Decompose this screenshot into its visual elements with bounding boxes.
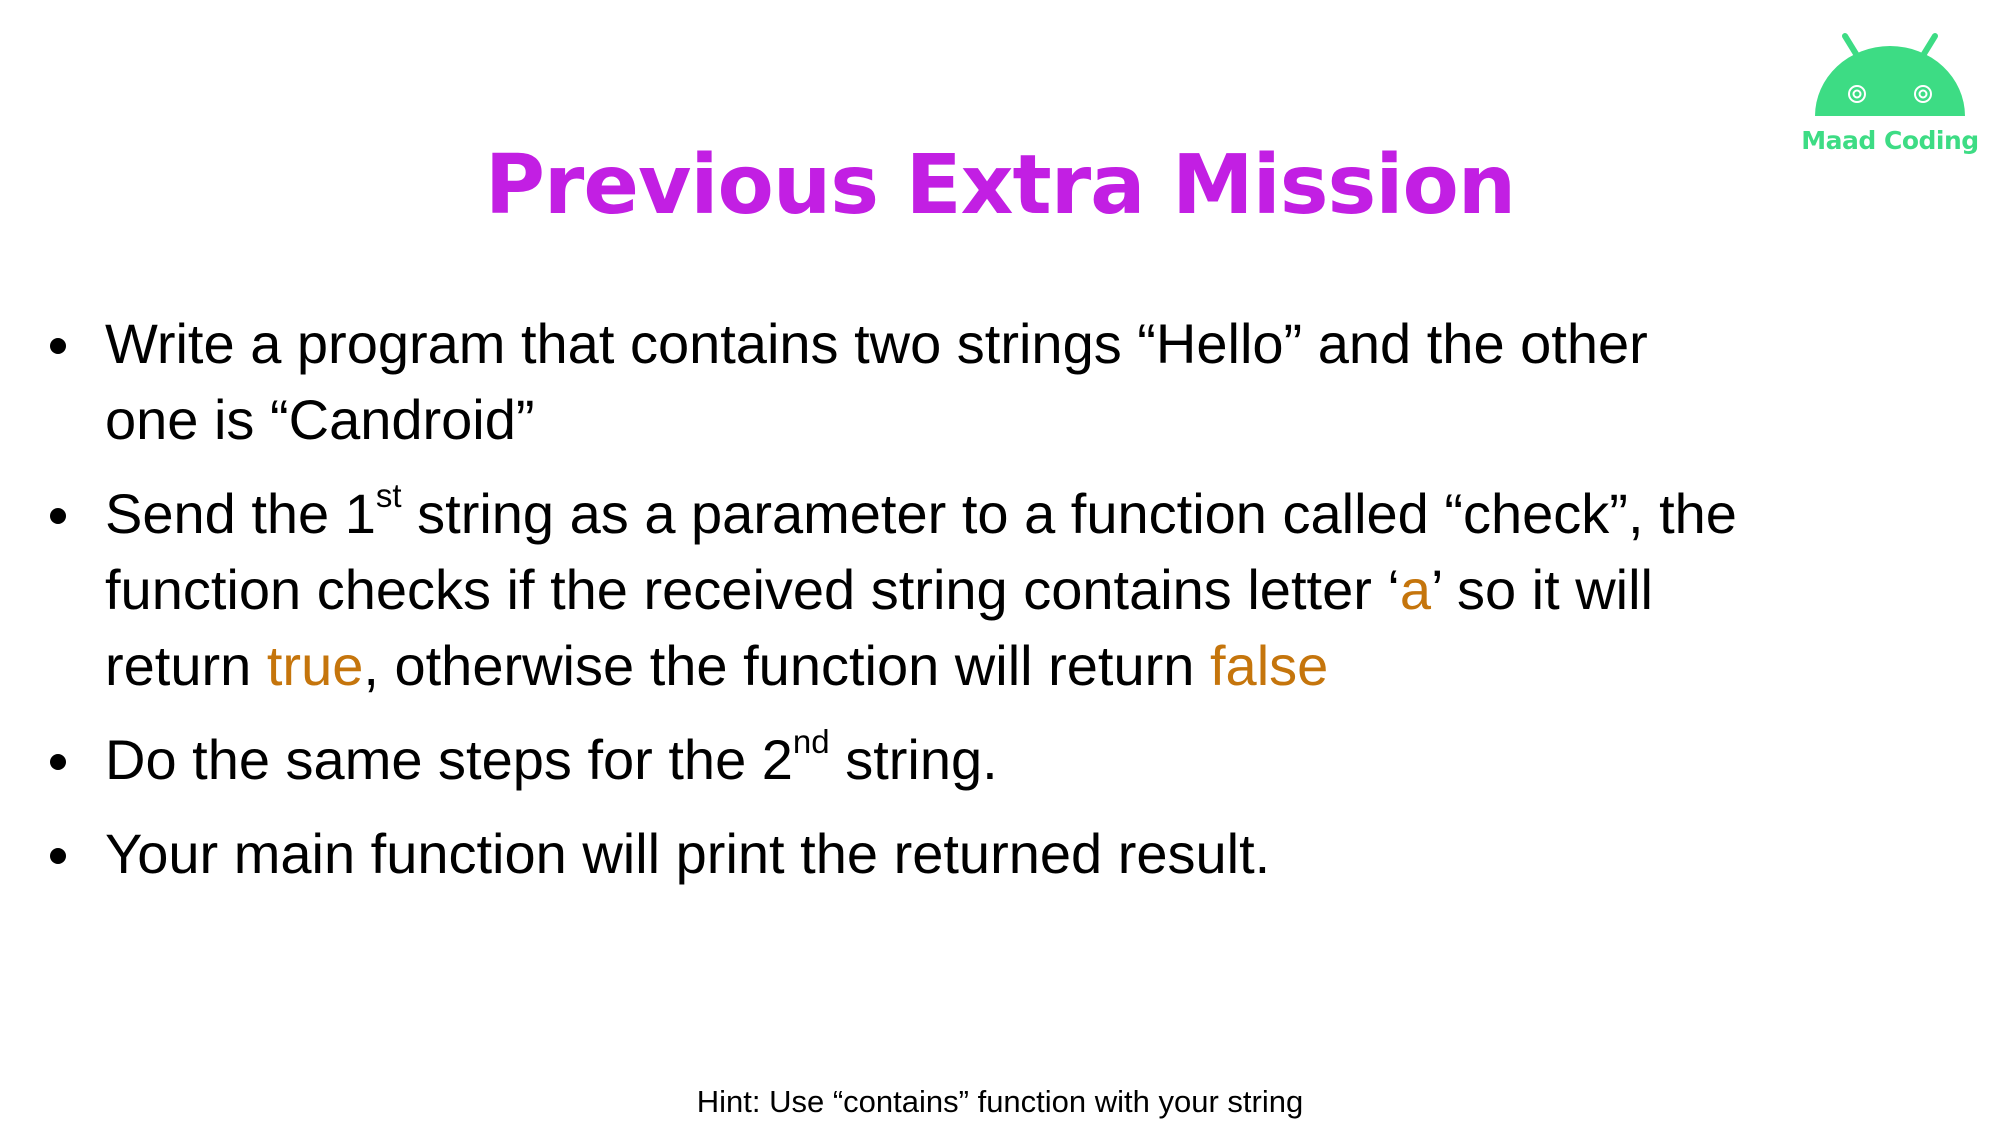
bullet-text: function checks if the received string c…: [105, 558, 1400, 621]
bullet-text: Do the same steps for the 2: [105, 728, 793, 791]
slide-title: Previous Extra Mission: [484, 138, 1516, 233]
bullet-text: Your main function will print the return…: [105, 822, 1271, 885]
ordinal-suffix: st: [375, 477, 402, 515]
bullet-text: return: [105, 634, 267, 697]
hint-text: Hint: Use “contains” function with your …: [696, 1084, 1304, 1119]
highlighted-letter: a: [1399, 558, 1432, 621]
bullet-item: Send the 1st string as a parameter to a …: [48, 476, 1968, 704]
bullet-text: string.: [829, 728, 998, 791]
bullet-item: Do the same steps for the 2nd string.: [48, 722, 1968, 798]
bullet-dot-icon: [50, 848, 66, 864]
bullet-text: Send the 1: [105, 482, 376, 545]
bullet-dot-icon: [50, 754, 66, 770]
bullet-text: string as a parameter to a function call…: [401, 482, 1737, 545]
bullet-text: one is “Candroid”: [105, 388, 535, 451]
bullet-item: Your main function will print the return…: [48, 816, 1968, 892]
bullet-dot-icon: [50, 338, 66, 354]
bullet-item: Write a program that contains two string…: [48, 306, 1968, 458]
slide: Maad Coding Previous Extra Mission Write…: [0, 0, 2000, 1125]
bullet-text: ’ so it will: [1431, 558, 1653, 621]
android-head-icon: [1815, 33, 1965, 116]
bullet-text: , otherwise the function will return: [363, 634, 1210, 697]
highlighted-false: false: [1209, 634, 1329, 697]
bullet-dot-icon: [50, 508, 66, 524]
bullet-list: Write a program that contains two string…: [48, 306, 1968, 910]
highlighted-true: true: [266, 634, 364, 697]
ordinal-suffix: nd: [792, 723, 830, 761]
bullet-text: Write a program that contains two string…: [105, 312, 1648, 375]
